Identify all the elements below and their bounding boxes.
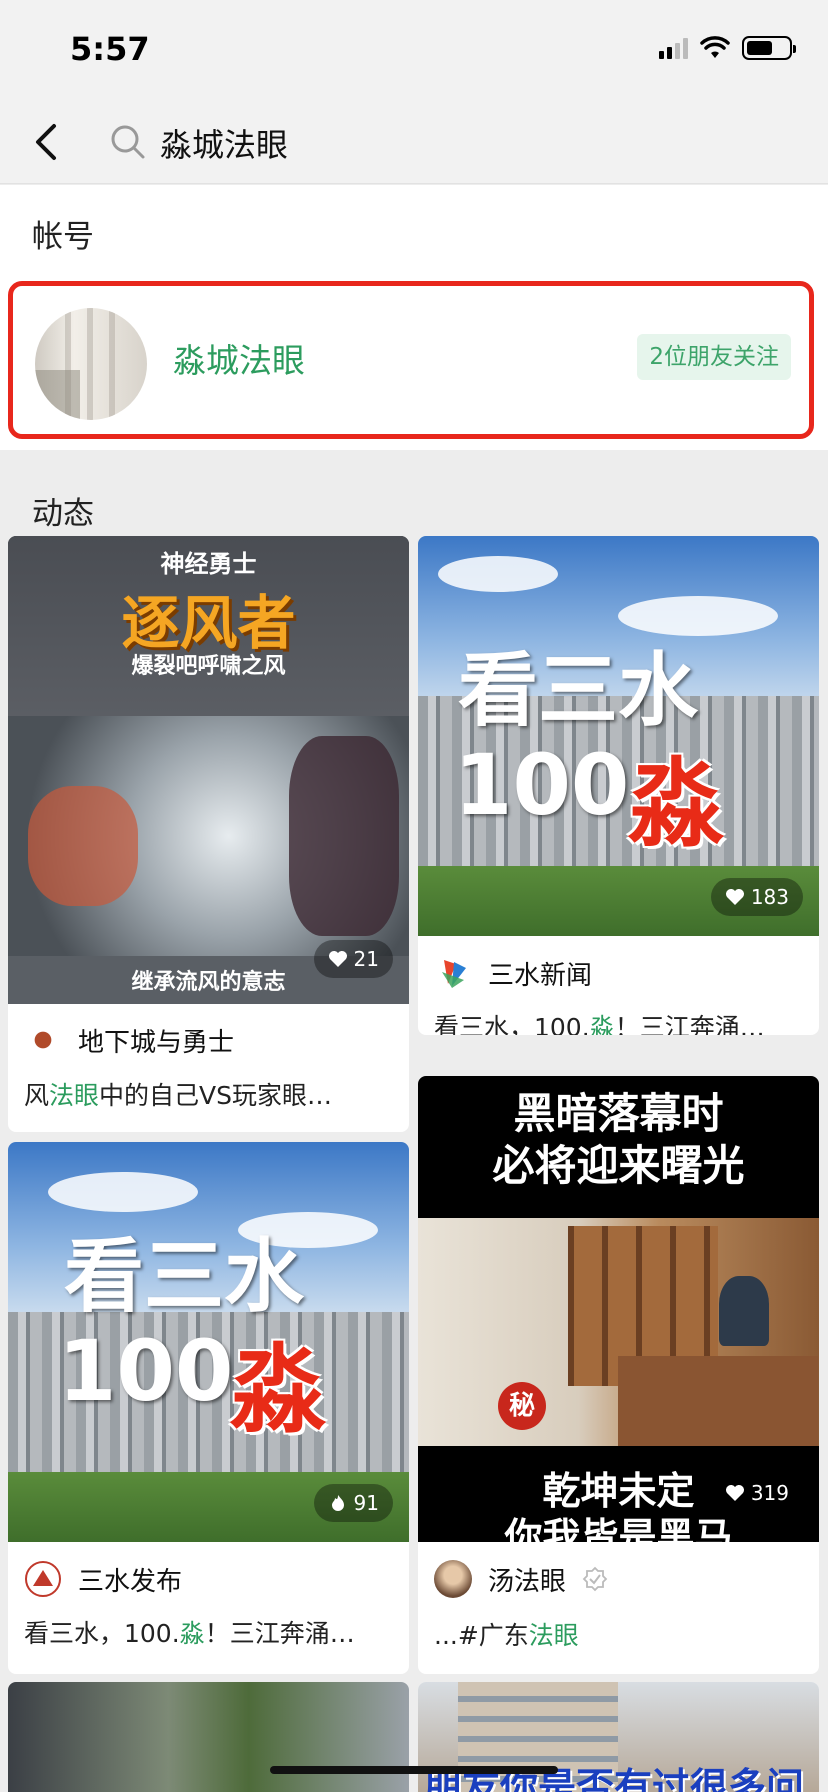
banner-subtitle: 爆裂吧呼啸之风 [131,654,286,679]
likes-badge: 319 [710,1474,803,1512]
feed-card[interactable]: 看三水 100 淼 183 三水新闻 看三水，100.淼！三江奔涌… [418,536,819,1035]
search-header: 淼城法眼 [0,100,828,184]
feed-card[interactable]: 神经勇士 逐风者 爆裂吧呼啸之风 继承流风的意志 21 地下城与勇士 风法眼中的… [8,536,409,1132]
likes-count: 319 [750,1481,789,1505]
author-avatar [442,960,466,988]
heart-icon [725,1485,744,1501]
overlay-highlight: 淼 [628,748,724,860]
heart-icon [725,889,744,905]
banner-title-top: 神经勇士 [160,550,257,578]
seal-stamp: 秘 [498,1382,546,1430]
card-snippet: 看三水，100.淼！三江奔涌… [434,1013,765,1035]
overlay-highlight: 淼 [230,1334,326,1446]
card-author[interactable]: 地下城与勇士 [24,1021,234,1059]
feed-card[interactable]: 看三水 100 淼 91 三水发布 看三水，100.淼！三江奔涌… [8,1142,409,1674]
overlay-title: 看三水 [64,1230,304,1323]
feed-section-header: 动态 [0,460,828,535]
card-author[interactable]: 三水新闻 [434,954,592,992]
likes-count: 21 [353,947,379,971]
video-thumbnail: 朋友你是否有过很多问 [418,1682,819,1792]
likes-badge: 183 [710,878,803,916]
author-name: 地下城与勇士 [78,1027,235,1058]
video-thumbnail [8,1682,409,1792]
card-author[interactable]: 三水发布 [24,1560,182,1598]
search-input[interactable]: 淼城法眼 [160,120,288,166]
overlay-title: 看三水 [458,644,698,737]
author-avatar [24,1021,62,1059]
cellular-signal-icon [659,37,688,59]
heart-icon [328,951,347,967]
author-name: 三水新闻 [488,960,593,991]
accounts-section-title: 帐号 [32,219,94,255]
overlay-number: 100 [58,1322,234,1420]
likes-count: 91 [353,1491,379,1515]
account-avatar [35,308,147,420]
status-time: 5:57 [70,30,150,68]
card-author[interactable]: 汤法眼 [434,1560,608,1598]
video-thumbnail: 看三水 100 淼 183 [418,536,819,936]
feed-card[interactable]: 朋友你是否有过很多问 [418,1682,819,1792]
video-thumbnail: 看三水 100 淼 91 [8,1142,409,1542]
status-bar: 5:57 [0,0,828,100]
likes-badge: 21 [313,940,393,978]
author-name: 三水发布 [78,1566,183,1597]
home-indicator[interactable] [270,1766,558,1774]
feed-section-title: 动态 [32,496,94,532]
flame-icon [331,1495,344,1511]
video-thumbnail: 黑暗落幕时 必将迎来曙光 秘 乾坤未定 你我皆是黑马 319 [418,1076,819,1542]
card-snippet: 看三水，100.淼！三江奔涌… [24,1619,355,1648]
wifi-icon [700,36,730,58]
author-name: 汤法眼 [488,1566,567,1597]
accounts-section: 帐号 淼城法眼 2位朋友关注 [0,185,828,450]
likes-count: 183 [750,885,789,909]
battery-icon [742,36,796,60]
account-result-row[interactable]: 淼城法眼 2位朋友关注 [8,281,814,439]
likes-badge: 91 [313,1484,393,1522]
overlay-number: 100 [454,736,630,834]
search-icon [111,125,145,159]
feed-card[interactable] [8,1682,409,1792]
card-snippet: 风法眼中的自己VS玩家眼… [24,1081,333,1110]
overlay-top-line: 必将迎来曙光 [492,1141,745,1190]
back-arrow-icon[interactable] [28,120,68,164]
author-avatar [25,1561,61,1597]
verified-badge-icon [582,1566,608,1592]
author-avatar [434,1560,472,1598]
status-icons [659,36,796,60]
video-thumbnail: 神经勇士 逐风者 爆裂吧呼啸之风 继承流风的意志 21 [8,536,409,1004]
account-name: 淼城法眼 [173,341,305,380]
feed-card[interactable]: 黑暗落幕时 必将迎来曙光 秘 乾坤未定 你我皆是黑马 319 汤法眼 ...#广… [418,1076,819,1674]
friends-follow-badge: 2位朋友关注 [637,334,791,380]
card-snippet: ...#广东法眼 [434,1621,579,1650]
overlay-text: 朋友你是否有过很多问 [424,1765,805,1792]
